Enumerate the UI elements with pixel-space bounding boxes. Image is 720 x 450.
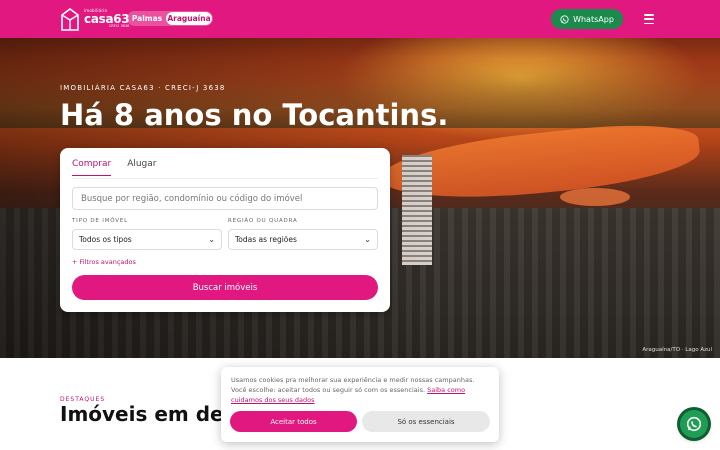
- whatsapp-button[interactable]: WhatsApp: [551, 9, 623, 29]
- search-input[interactable]: Busque por região, condomínio ou código …: [72, 187, 378, 210]
- whatsapp-label: WhatsApp: [573, 14, 614, 24]
- advanced-filters-link[interactable]: + Filtros avançados: [72, 258, 136, 266]
- whatsapp-float-button[interactable]: [680, 410, 708, 438]
- search-card: Comprar Alugar Busque por região, condom…: [60, 148, 390, 312]
- logo[interactable]: imobiliária casa63 CRECI 3638: [60, 6, 130, 32]
- search-button[interactable]: Buscar imóveis: [72, 275, 378, 300]
- whatsapp-icon: [560, 14, 569, 24]
- logo-creci-text: CRECI 3638: [108, 24, 130, 29]
- essential-cookies-button[interactable]: Só os essenciais: [362, 411, 490, 432]
- type-select[interactable]: Todos os tipos ⌄: [72, 229, 222, 250]
- hero-eyebrow: IMOBILIÁRIA CASA63 · CRECI-J 3638: [60, 84, 226, 92]
- city-palmas-button[interactable]: Palmas: [128, 12, 166, 25]
- region-select-value: Todas as regiões: [235, 235, 297, 244]
- cookie-banner: Usamos cookies pra melhorar sua experiên…: [221, 367, 499, 442]
- featured-title: Imóveis em des: [60, 402, 236, 426]
- chevron-down-icon: ⌄: [364, 235, 371, 244]
- tab-comprar[interactable]: Comprar: [72, 159, 112, 176]
- region-label: REGIÃO OU QUADRA: [228, 218, 298, 224]
- city-araguaina-button[interactable]: Araguaína: [166, 12, 212, 25]
- type-select-value: Todos os tipos: [79, 235, 132, 244]
- chevron-down-icon: ⌄: [208, 235, 215, 244]
- city-switch: Palmas Araguaína: [127, 11, 213, 26]
- tab-alugar[interactable]: Alugar: [127, 159, 156, 176]
- type-label: TIPO DE IMÓVEL: [72, 218, 128, 224]
- hero-title: Há 8 anos no Tocantins.: [60, 98, 449, 132]
- house-logo-icon: [61, 8, 79, 31]
- region-select[interactable]: Todas as regiões ⌄: [228, 229, 378, 250]
- accept-cookies-button[interactable]: Aceitar todos: [230, 411, 357, 432]
- photo-credit: Araguaína/TO · Lago Azul: [642, 347, 712, 353]
- cookie-text: Usamos cookies pra melhorar sua experiên…: [231, 376, 475, 404]
- search-tabs: Comprar Alugar: [72, 159, 156, 176]
- menu-icon[interactable]: [642, 13, 656, 25]
- whatsapp-icon: [686, 416, 702, 432]
- site-header: imobiliária casa63 CRECI 3638 Palmas Ara…: [0, 0, 720, 38]
